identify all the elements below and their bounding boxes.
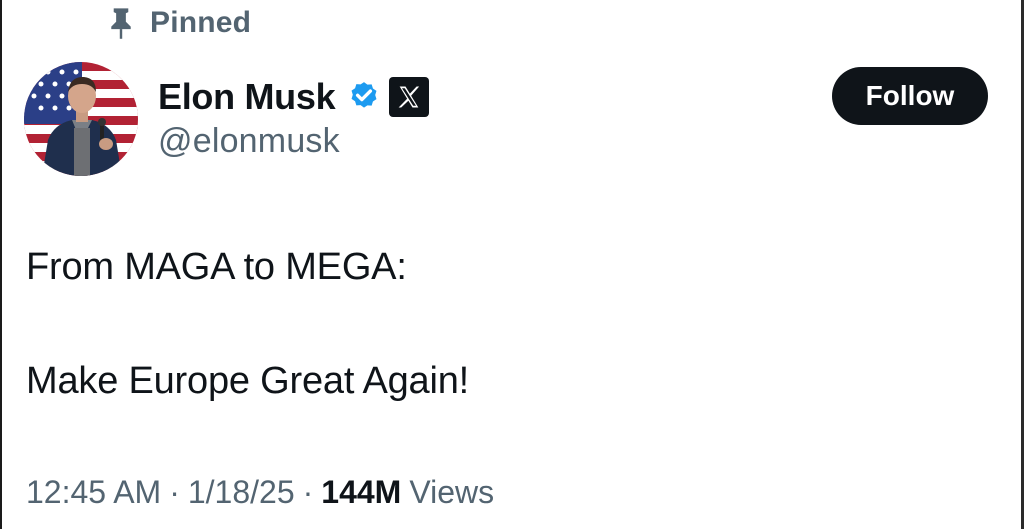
x-logo-icon[interactable]	[389, 77, 430, 117]
meta-separator: ·	[302, 474, 314, 510]
author-handle[interactable]: @elonmusk	[158, 122, 340, 161]
pin-icon	[111, 8, 131, 39]
views-count[interactable]: 144M	[321, 474, 401, 511]
tweet-metadata: 12:45 AM · 1/18/25 · 144M Views	[26, 474, 494, 511]
tweet-text-line: Make Europe Great Again!	[26, 360, 470, 402]
avatar-image	[24, 62, 138, 176]
author-name-row: Elon Musk	[158, 74, 430, 120]
tweet-text-line: From MAGA to MEGA:	[26, 246, 407, 288]
x-logo-glyph	[398, 86, 420, 108]
tweet-time[interactable]: 12:45 AM	[26, 474, 161, 511]
pinned-label: Pinned	[150, 6, 252, 39]
meta-separator: ·	[169, 474, 180, 510]
avatar[interactable]	[24, 62, 138, 176]
views-label[interactable]: Views	[409, 474, 494, 511]
pinned-indicator: Pinned	[106, 4, 251, 42]
tweet-date[interactable]: 1/18/25	[188, 474, 295, 511]
follow-button[interactable]: Follow	[832, 67, 988, 125]
tweet-card: Pinned Elon Musk @elonmusk Follow From M…	[0, 0, 1024, 529]
verified-badge-icon	[351, 82, 377, 108]
author-display-name[interactable]: Elon Musk	[158, 76, 336, 118]
